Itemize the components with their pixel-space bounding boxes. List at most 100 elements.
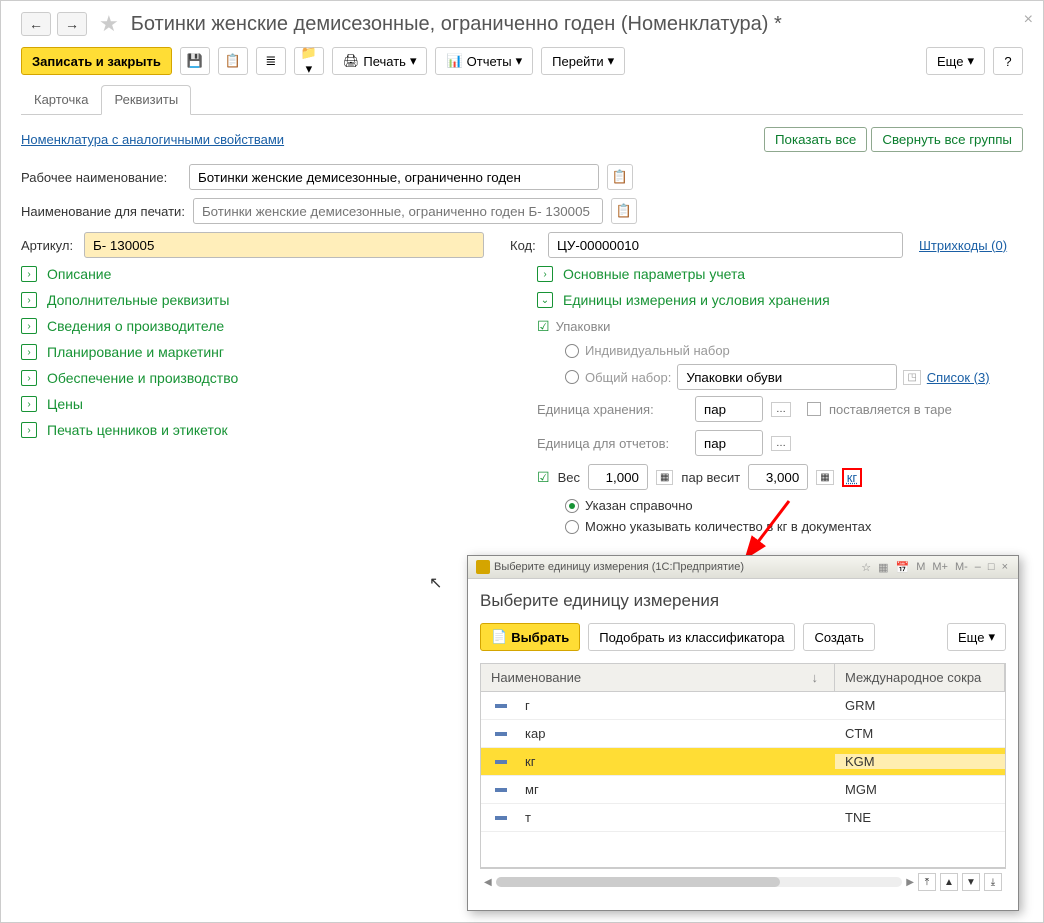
list-button[interactable]: ≣ — [256, 47, 286, 75]
storage-input[interactable] — [695, 396, 763, 422]
expander-production[interactable]: ›Обеспечение и производство — [21, 370, 507, 386]
modal-more-button[interactable]: Еще ▾ — [947, 623, 1006, 651]
show-all-button[interactable]: Показать все — [764, 127, 867, 152]
nav-first-icon[interactable]: ⤒ — [918, 873, 936, 891]
table-row[interactable]: мгMGM — [481, 776, 1005, 804]
table-row[interactable]: карCTM — [481, 720, 1005, 748]
expander-planning[interactable]: ›Планирование и маркетинг — [21, 344, 507, 360]
tare-checkbox[interactable] — [807, 402, 821, 416]
packs-label: Упаковки — [556, 319, 611, 334]
tab-card[interactable]: Карточка — [21, 85, 101, 114]
mini-mp[interactable]: M+ — [930, 561, 950, 573]
ref-label: Указан справочно — [585, 498, 693, 513]
mini-minimize-icon[interactable]: – — [973, 561, 983, 573]
similar-link[interactable]: Номенклатура с аналогичными свойствами — [21, 132, 284, 147]
expander-units[interactable]: ⌄Единицы измерения и условия хранения — [537, 292, 1023, 308]
expander-price-tags[interactable]: ›Печать ценников и этикеток — [21, 422, 507, 438]
tare-label: поставляется в таре — [829, 402, 952, 417]
expander-additional[interactable]: ›Дополнительные реквизиты — [21, 292, 507, 308]
copy-work-name-icon[interactable]: 📋 — [607, 164, 633, 190]
common-input[interactable] — [677, 364, 897, 390]
weight-checkbox[interactable]: ☑ — [537, 469, 550, 486]
print-name-input[interactable] — [193, 198, 603, 224]
copy-button[interactable]: 📋 — [218, 47, 248, 75]
ref-radio[interactable] — [565, 499, 579, 513]
help-button[interactable]: ? — [993, 47, 1023, 75]
scroll-right-icon[interactable]: ▶ — [906, 877, 914, 888]
work-name-label: Рабочее наименование: — [21, 170, 181, 185]
row-icon — [495, 704, 507, 708]
common-radio[interactable] — [565, 370, 579, 384]
row-icon — [495, 788, 507, 792]
col-name-header[interactable]: Наименование↓ — [481, 664, 835, 691]
goto-button[interactable]: Перейти ▾ — [541, 47, 625, 75]
can-label: Можно указывать количество в кг в докуме… — [585, 519, 871, 534]
barcodes-link[interactable]: Штрихкоды (0) — [919, 238, 1007, 253]
table-row[interactable]: гGRM — [481, 692, 1005, 720]
modal-title: Выберите единицу измерения — [480, 591, 1006, 611]
weight-val-input[interactable] — [748, 464, 808, 490]
sort-icon: ↓ — [812, 670, 819, 685]
calc-icon[interactable]: ▦ — [656, 470, 673, 485]
list3-link[interactable]: Список (3) — [927, 370, 990, 385]
code-label: Код: — [510, 238, 540, 253]
mini-close-icon[interactable]: × — [1000, 561, 1010, 573]
row-icon — [495, 760, 507, 764]
mini-cal-icon[interactable]: 📅 — [893, 561, 911, 574]
weight-text: пар весит — [681, 470, 740, 485]
print-name-label: Наименование для печати: — [21, 204, 185, 219]
nav-down-icon[interactable]: ▼ — [962, 873, 980, 891]
nav-last-icon[interactable]: ⤓ — [984, 873, 1002, 891]
expander-prices[interactable]: ›Цены — [21, 396, 507, 412]
article-input[interactable] — [84, 232, 484, 258]
modal-window-title: Выберите единицу измерения (1С:Предприят… — [494, 561, 744, 573]
expander-manufacturer[interactable]: ›Сведения о производителе — [21, 318, 507, 334]
print-button[interactable]: 🖨 Печать ▾ — [332, 47, 428, 75]
packs-checkbox[interactable]: ☑ — [537, 318, 550, 335]
scroll-left-icon[interactable]: ◀ — [484, 877, 492, 888]
tab-details[interactable]: Реквизиты — [101, 85, 191, 115]
close-icon[interactable]: × — [1024, 11, 1033, 29]
report-input[interactable] — [695, 430, 763, 456]
mini-m[interactable]: M — [914, 561, 927, 573]
expander-description[interactable]: ›Описание — [21, 266, 507, 282]
save-button[interactable]: 💾 — [180, 47, 210, 75]
page-title: Ботинки женские демисезонные, ограниченн… — [131, 13, 1023, 36]
mini-restore-icon[interactable]: □ — [986, 561, 997, 573]
expander-main-params[interactable]: ›Основные параметры учета — [537, 266, 1023, 282]
mini-mm[interactable]: M- — [953, 561, 970, 573]
open-common-icon[interactable]: ◳ — [903, 370, 920, 385]
col-code-header[interactable]: Международное сокра — [835, 664, 1005, 691]
hscroll[interactable] — [496, 877, 903, 887]
forward-button[interactable]: → — [57, 12, 87, 36]
individual-radio[interactable] — [565, 344, 579, 358]
kg-link[interactable]: кг — [842, 468, 862, 487]
create-button[interactable]: Создать — [803, 623, 874, 651]
table-row[interactable]: тTNE — [481, 804, 1005, 832]
weight-label: Вес — [558, 470, 580, 485]
nav-up-icon[interactable]: ▲ — [940, 873, 958, 891]
weight-qty-input[interactable] — [588, 464, 648, 490]
can-radio[interactable] — [565, 520, 579, 534]
collapse-all-button[interactable]: Свернуть все группы — [871, 127, 1023, 152]
mini-star-icon[interactable]: ☆ — [859, 561, 873, 574]
storage-menu-icon[interactable]: … — [771, 402, 791, 417]
copy-print-name-icon[interactable]: 📋 — [611, 198, 637, 224]
mini-grid-icon[interactable]: ▦ — [876, 561, 890, 574]
common-label: Общий набор: — [585, 370, 671, 385]
code-input[interactable] — [548, 232, 903, 258]
back-button[interactable]: ← — [21, 12, 51, 36]
article-label: Артикул: — [21, 238, 76, 253]
report-menu-icon[interactable]: … — [771, 436, 791, 451]
table-row[interactable]: кгKGM — [481, 748, 1005, 776]
more-button[interactable]: Еще ▾ — [926, 47, 985, 75]
app-icon — [476, 560, 490, 574]
row-icon — [495, 732, 507, 736]
write-close-button[interactable]: Записать и закрыть — [21, 47, 172, 75]
reports-button[interactable]: 📊 Отчеты ▾ — [435, 47, 533, 75]
from-classifier-button[interactable]: Подобрать из классификатора — [588, 623, 795, 651]
select-button[interactable]: 📄 Выбрать — [480, 623, 580, 651]
folder-dropdown-button[interactable]: 📁▾ — [294, 47, 324, 75]
work-name-input[interactable] — [189, 164, 599, 190]
calc2-icon[interactable]: ▦ — [816, 470, 833, 485]
